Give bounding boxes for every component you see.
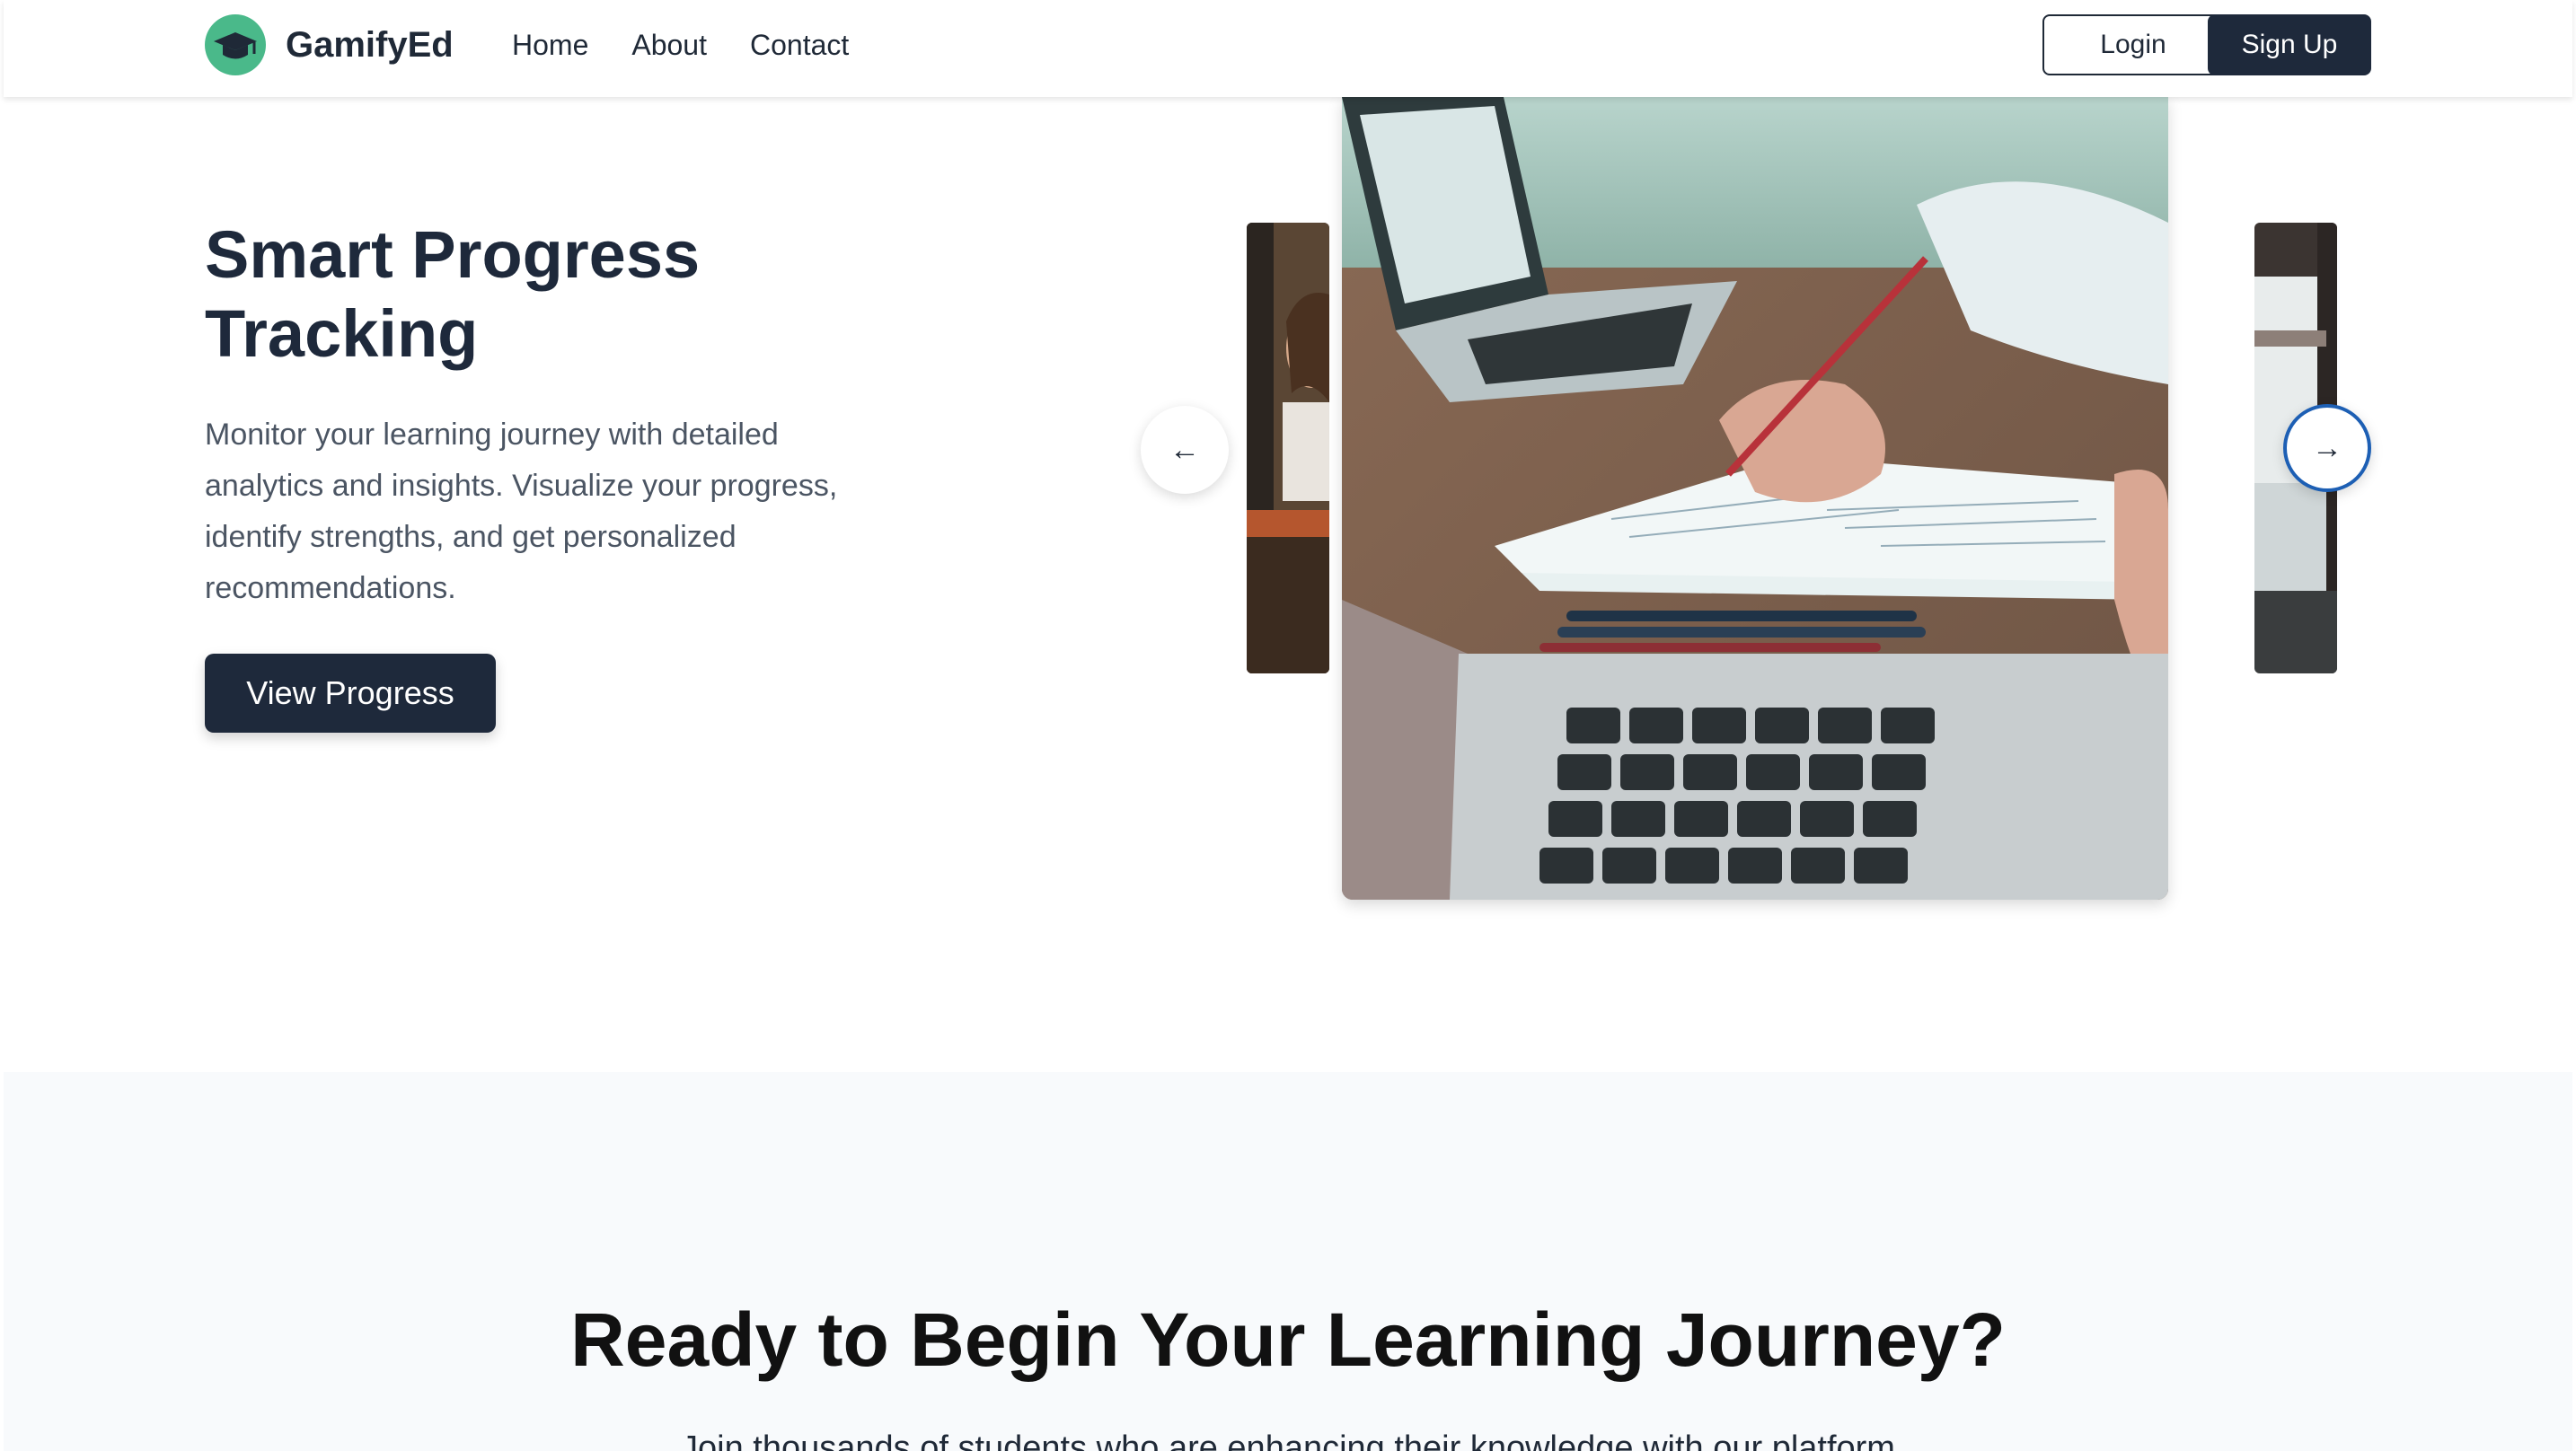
arrow-right-icon: → — [2312, 431, 2342, 465]
cta-section: Ready to Begin Your Learning Journey? Jo… — [4, 1072, 2572, 1451]
hero-title-line-1: Smart Progress — [205, 217, 701, 292]
view-progress-button[interactable]: View Progress — [205, 654, 496, 733]
brand-name[interactable]: GamifyEd — [286, 22, 454, 68]
graduation-cap-icon[interactable] — [205, 14, 266, 75]
login-button[interactable]: Login — [2042, 14, 2224, 75]
hero-title-line-2: Tracking — [205, 296, 479, 371]
main-nav: Home About Contact — [512, 22, 892, 68]
nav-link-about[interactable]: About — [631, 22, 707, 68]
navbar: GamifyEd Home About Contact Login Sign U… — [4, 0, 2572, 97]
cta-title: Ready to Begin Your Learning Journey? — [570, 1297, 2006, 1382]
nav-link-contact[interactable]: Contact — [750, 22, 849, 68]
carousel-slide-previous[interactable] — [1247, 223, 1329, 673]
hero-title: Smart Progress Tracking — [205, 215, 1013, 374]
arrow-left-icon: ← — [1169, 433, 1200, 467]
carousel-prev-button[interactable]: ← — [1141, 406, 1229, 494]
hero-description: Monitor your learning journey with detai… — [205, 418, 838, 605]
carousel-slide-active[interactable] — [1342, 97, 2168, 900]
signup-button[interactable]: Sign Up — [2208, 14, 2371, 75]
cta-subtitle: Join thousands of students who are enhan… — [681, 1429, 1895, 1451]
carousel-next-button[interactable]: → — [2283, 404, 2371, 492]
nav-link-home[interactable]: Home — [512, 22, 588, 68]
